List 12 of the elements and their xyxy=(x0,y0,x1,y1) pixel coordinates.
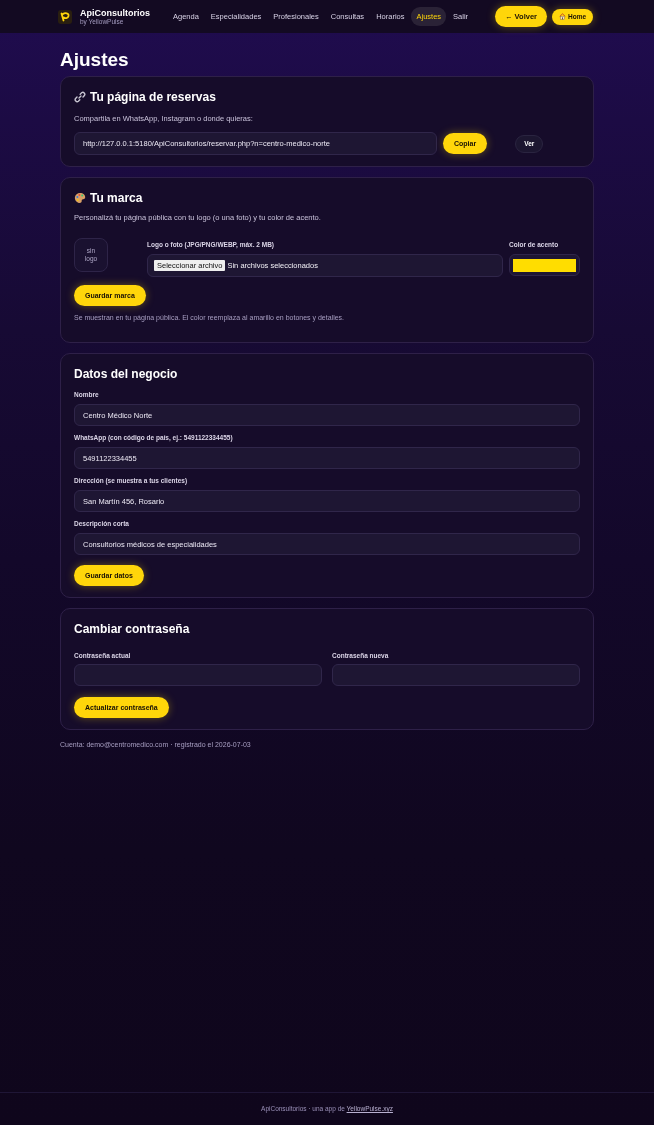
password-field[interactable] xyxy=(74,664,322,686)
card-title: Datos del negocio xyxy=(74,366,178,382)
brand-name: ApiConsultorios xyxy=(80,8,150,18)
card-title: Tu página de reservas xyxy=(90,89,216,105)
chain-link-icon xyxy=(74,91,86,103)
card-title: Cambiar contraseña xyxy=(74,621,190,637)
palette-icon xyxy=(74,192,86,204)
password-field[interactable] xyxy=(332,664,580,686)
brand-logo-icon xyxy=(58,9,72,24)
house-icon xyxy=(558,13,566,20)
page-title: Ajustes xyxy=(60,49,130,71)
card-title: Tu marca xyxy=(90,190,143,206)
